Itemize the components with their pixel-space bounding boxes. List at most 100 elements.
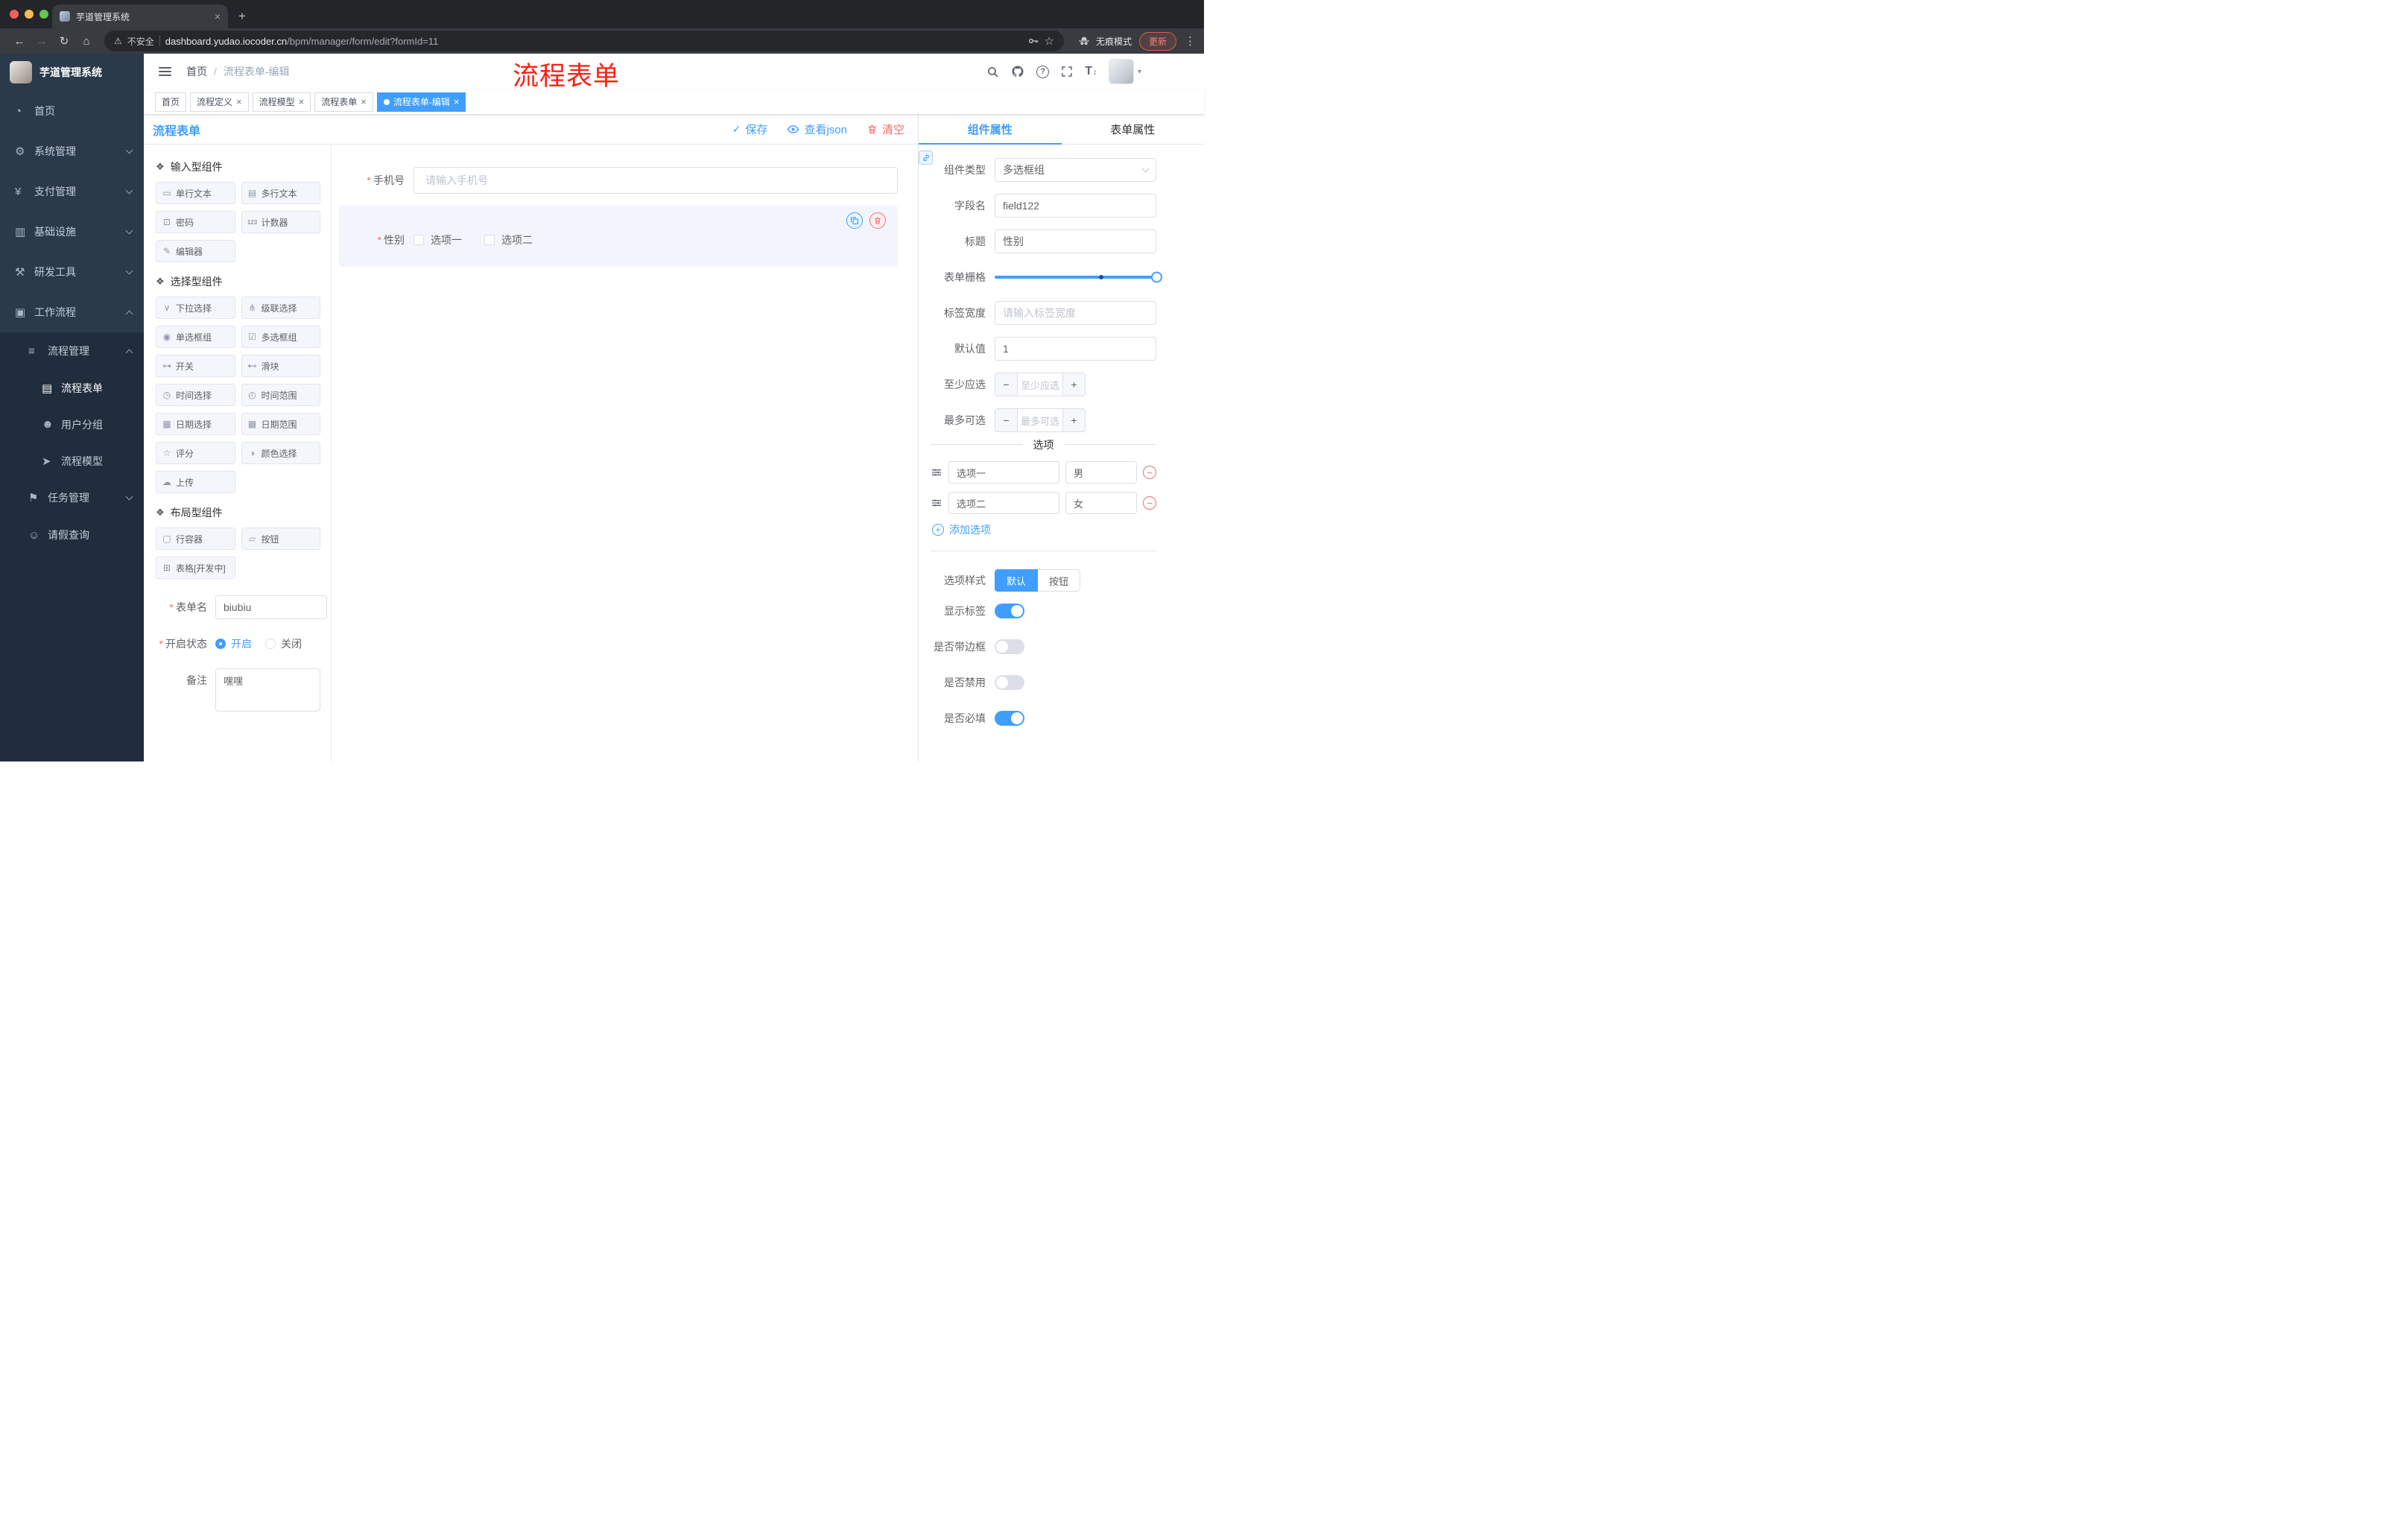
required-toggle[interactable] [995,711,1024,726]
palette-item-row-container[interactable]: ▢ 行容器 [156,528,235,550]
palette-item-switch[interactable]: ⊶ 开关 [156,355,235,377]
palette-item-select[interactable]: ∨ 下拉选择 [156,297,235,319]
max-placeholder[interactable]: 最多可选 [1018,409,1062,431]
tag-process-form[interactable]: 流程表单 × [314,92,373,112]
palette-item-table[interactable]: ⊞ 表格[开发中] [156,557,235,579]
decrease-icon[interactable]: − [995,409,1018,431]
disabled-toggle[interactable] [995,675,1024,690]
security-label[interactable]: 不安全 [127,35,154,48]
show-label-toggle[interactable] [995,604,1024,618]
increase-icon[interactable]: + [1062,409,1085,431]
close-icon[interactable]: × [361,97,367,107]
sidebar-item-process-form[interactable]: ▤ 流程表单 [0,370,144,406]
sidebar-item-payment-mgmt[interactable]: ¥ 支付管理 [0,171,144,212]
help-icon[interactable]: ? [1036,65,1050,78]
close-icon[interactable]: × [454,97,460,107]
new-tab-icon[interactable]: + [238,10,246,22]
grid-slider[interactable] [995,265,1162,289]
close-window-button[interactable] [10,10,19,19]
field-phone[interactable]: * 手机号 [339,167,898,194]
palette-item-slider[interactable]: ⊷ 滑块 [241,355,320,377]
link-icon[interactable] [919,151,933,165]
min-select-stepper[interactable]: − 至少应选 + [995,373,1086,396]
option-label-input[interactable] [948,461,1059,484]
palette-item-checkbox-group[interactable]: ☑ 多选框组 [241,326,320,348]
option-value-input[interactable] [1065,461,1137,484]
sidebar-item-leave-query[interactable]: ☺ 请假查询 [0,516,144,554]
status-off-radio[interactable]: 关闭 [265,636,302,651]
password-key-icon[interactable] [1027,35,1039,47]
delete-field-button[interactable] [869,212,886,229]
user-menu[interactable]: ▾ [1108,59,1141,84]
palette-item-date-picker[interactable]: ▦ 日期选择 [156,413,235,435]
palette-item-upload[interactable]: ☁ 上传 [156,471,235,493]
save-button[interactable]: ✓ 保存 [732,121,768,137]
breadcrumb-home[interactable]: 首页 [186,64,207,79]
palette-item-editor[interactable]: ✎ 编辑器 [156,240,235,262]
title-input[interactable] [995,229,1156,253]
slider-handle[interactable] [1151,271,1162,283]
min-placeholder[interactable]: 至少应选 [1018,373,1062,396]
remove-option-icon[interactable]: − [1143,466,1156,479]
tag-process-definition[interactable]: 流程定义 × [190,92,249,112]
palette-item-single-text[interactable]: ▭ 单行文本 [156,182,235,204]
palette-item-color-picker[interactable]: ◑ 颜色选择 [241,442,320,464]
zoom-window-button[interactable] [39,10,48,19]
search-icon[interactable] [986,66,999,78]
status-on-radio[interactable]: 开启 [215,636,252,651]
minimize-window-button[interactable] [25,10,34,19]
border-toggle[interactable] [995,639,1024,654]
selected-field-gender[interactable]: * 性别 选项一 选项二 [339,206,898,267]
tag-home[interactable]: 首页 [155,92,187,112]
sidebar-item-process-model[interactable]: ➤ 流程模型 [0,443,144,479]
component-type-select[interactable]: 多选框组 [995,158,1156,182]
sidebar-item-process-mgmt[interactable]: ≡ 流程管理 [0,332,144,370]
style-default-button[interactable]: 默认 [995,569,1039,592]
tag-process-form-edit[interactable]: 流程表单-编辑 × [376,92,466,112]
browser-menu-icon[interactable]: ⋮ [1185,34,1196,48]
bookmark-star-icon[interactable]: ☆ [1045,34,1054,48]
option-value-input[interactable] [1065,492,1137,514]
tab-component-props[interactable]: 组件属性 [919,115,1062,145]
sidebar-item-task-mgmt[interactable]: ⚑ 任务管理 [0,479,144,516]
gender-option-1-checkbox[interactable]: 选项一 [414,232,462,247]
remove-option-icon[interactable]: − [1143,496,1156,510]
close-icon[interactable]: × [299,97,305,107]
max-select-stepper[interactable]: − 最多可选 + [995,408,1086,432]
option-label-input[interactable] [948,492,1059,514]
label-width-input[interactable] [995,301,1156,325]
palette-item-time-range[interactable]: ◴ 时间范围 [241,384,320,406]
sidebar-item-dev-tools[interactable]: ⚒ 研发工具 [0,252,144,292]
tab-form-props[interactable]: 表单属性 [1062,115,1205,144]
avatar[interactable] [1108,59,1134,84]
sidebar-item-workflow[interactable]: ▣ 工作流程 [0,292,144,332]
decrease-icon[interactable]: − [995,373,1018,396]
sidebar-item-infrastructure[interactable]: ▥ 基础设施 [0,212,144,252]
view-json-button[interactable]: 查看json [787,121,847,137]
close-icon[interactable]: × [236,97,242,107]
sidebar-item-system-mgmt[interactable]: ⚙ 系统管理 [0,131,144,171]
add-option-button[interactable]: + 添加选项 [932,522,1156,537]
drag-handle-icon[interactable] [931,497,942,509]
palette-item-button[interactable]: ▱ 按钮 [241,528,320,550]
font-size-icon[interactable]: T ↕ [1085,65,1097,78]
reload-icon[interactable]: ↻ [54,34,75,48]
update-button[interactable]: 更新 [1138,31,1176,51]
palette-item-rate[interactable]: ☆ 评分 [156,442,235,464]
hamburger-icon[interactable] [156,64,174,79]
increase-icon[interactable]: + [1062,373,1085,396]
home-icon[interactable]: ⌂ [76,35,97,48]
palette-item-password[interactable]: ⊡ 密码 [156,211,235,233]
tab-close-icon[interactable]: × [215,11,221,22]
palette-item-cascade[interactable]: ⋔ 级联选择 [241,297,320,319]
remark-textarea[interactable]: 嘿嘿 [215,668,320,712]
tag-process-model[interactable]: 流程模型 × [252,92,311,112]
fullscreen-icon[interactable] [1061,66,1073,77]
default-value-input[interactable] [995,337,1156,361]
sidebar-item-user-group[interactable]: ☻ 用户分组 [0,406,144,443]
palette-item-multi-text[interactable]: ▤ 多行文本 [241,182,320,204]
clear-button[interactable]: 清空 [866,121,904,137]
github-icon[interactable] [1011,65,1024,78]
palette-item-date-range[interactable]: ▩ 日期范围 [241,413,320,435]
form-name-input[interactable] [215,595,327,619]
